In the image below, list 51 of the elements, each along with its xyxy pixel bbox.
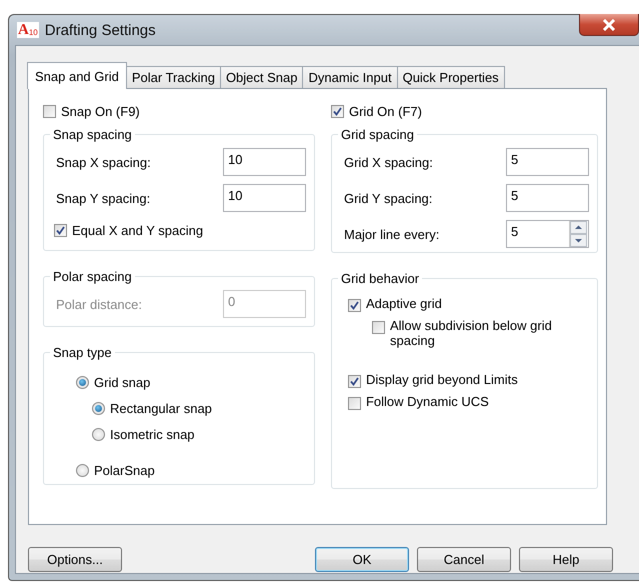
group-title: Grid behavior xyxy=(340,271,420,286)
tab[interactable]: Quick Properties xyxy=(396,66,505,88)
tab[interactable]: Object Snap xyxy=(220,66,304,88)
checkbox-label: Follow Dynamic UCS xyxy=(366,394,490,409)
group-title: Grid spacing xyxy=(340,127,415,142)
number-spinner[interactable]: 5 xyxy=(506,220,589,248)
checkbox-label: Equal X and Y spacing xyxy=(72,222,204,238)
close-icon xyxy=(602,18,616,30)
checkbox-label: Adaptive grid xyxy=(366,296,443,311)
input-field[interactable]: 10 xyxy=(222,184,306,212)
checkbox[interactable] xyxy=(330,104,344,118)
radio-button[interactable] xyxy=(92,402,105,414)
dialog-button[interactable]: OK xyxy=(315,547,409,572)
field-label: Major line every: xyxy=(344,226,440,242)
checkbox-label: Display grid beyond Limits xyxy=(366,372,519,387)
group-title: Snap spacing xyxy=(52,127,133,142)
radio-button[interactable] xyxy=(92,428,105,440)
checkbox[interactable] xyxy=(348,299,361,312)
radio-button[interactable] xyxy=(76,464,89,476)
input-field[interactable]: 10 xyxy=(222,148,306,176)
group-title: Polar spacing xyxy=(52,269,133,284)
field-label: Polar distance: xyxy=(56,296,142,312)
input-field[interactable]: 5 xyxy=(506,148,589,176)
checkbox[interactable] xyxy=(348,375,361,388)
tab[interactable]: Snap and Grid xyxy=(27,62,127,89)
dialog-button[interactable]: Cancel xyxy=(417,547,511,572)
tab[interactable]: Dynamic Input xyxy=(302,66,398,88)
app-logo: A10 xyxy=(17,22,39,38)
tab[interactable]: Polar Tracking xyxy=(126,66,221,88)
radio-button[interactable] xyxy=(76,376,89,388)
input-field[interactable]: 5 xyxy=(506,184,589,212)
checkbox-label: Snap On (F9) xyxy=(61,104,140,118)
checkbox[interactable] xyxy=(54,224,67,236)
field-label: Snap Y spacing: xyxy=(56,190,150,206)
checkbox[interactable] xyxy=(348,397,361,410)
checkbox[interactable] xyxy=(372,321,385,334)
radio-label: Rectangular snap xyxy=(110,400,212,416)
radio-label: Grid snap xyxy=(94,374,150,390)
dialog-button[interactable]: Help xyxy=(519,547,613,572)
field-label: Snap X spacing: xyxy=(56,154,151,170)
field-label: Grid Y spacing: xyxy=(344,190,432,206)
group-title: Snap type xyxy=(52,345,113,360)
checkbox[interactable] xyxy=(43,104,56,118)
checkbox-label: Grid On (F7) xyxy=(348,104,422,118)
radio-label: PolarSnap xyxy=(94,462,155,478)
field-label: Grid X spacing: xyxy=(344,154,433,170)
dialog-button[interactable]: Options... xyxy=(28,547,122,572)
radio-label: Isometric snap xyxy=(110,426,195,442)
close-button[interactable] xyxy=(579,14,639,36)
window-title: Drafting Settings xyxy=(44,22,156,38)
checkbox-label: Allow subdivision below grid spacing xyxy=(390,318,553,348)
